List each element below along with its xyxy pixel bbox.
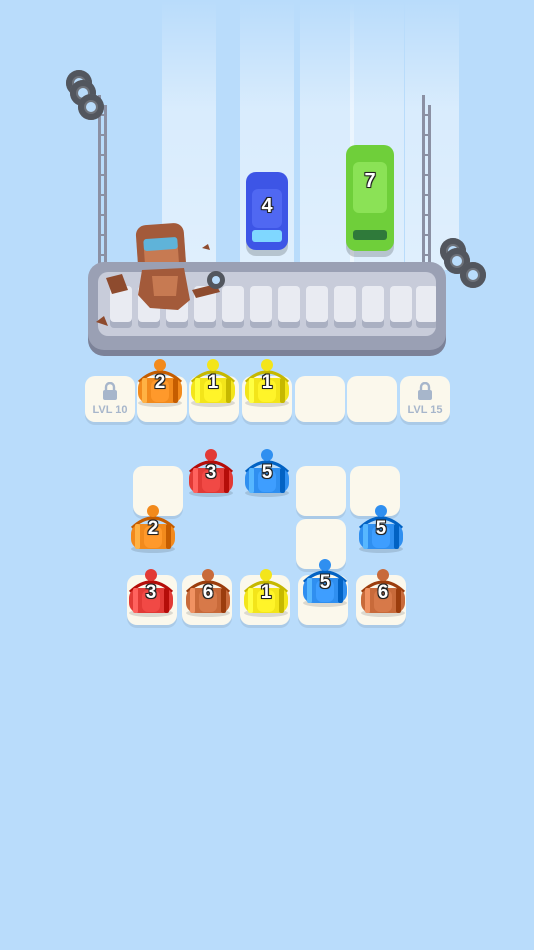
grid-person[interactable]: 1 xyxy=(239,566,293,618)
queue-person[interactable]: 1 xyxy=(186,356,240,408)
grid-person[interactable]: 6 xyxy=(356,566,410,618)
person-number: 2 xyxy=(147,518,159,539)
crusher-tooth xyxy=(278,286,300,322)
queue-slot[interactable] xyxy=(295,376,345,422)
queue-slot[interactable] xyxy=(347,376,397,422)
lock-icon xyxy=(103,382,117,400)
locked-slot-label: LVL 15 xyxy=(407,404,443,416)
locked-slot-label: LVL 10 xyxy=(92,404,128,416)
person-number: 5 xyxy=(261,462,273,483)
grid-person[interactable]: 3 xyxy=(124,566,178,618)
person-number: 5 xyxy=(375,518,387,539)
crusher-tooth xyxy=(362,286,384,322)
queue-person[interactable]: 1 xyxy=(240,356,294,408)
car-green[interactable]: 7 xyxy=(346,145,394,251)
grid-person[interactable]: 5 xyxy=(240,446,294,498)
grid-person[interactable]: 5 xyxy=(354,502,408,554)
person-number: 1 xyxy=(260,582,272,603)
car-windshield xyxy=(251,229,283,243)
crusher-tooth xyxy=(416,286,436,322)
crusher-tooth xyxy=(334,286,356,322)
car-number: 4 xyxy=(261,195,273,218)
person-number: 1 xyxy=(261,372,273,393)
car-windshield xyxy=(352,229,388,241)
locked-slot[interactable]: LVL 10 xyxy=(85,376,135,422)
road-lane xyxy=(405,0,459,270)
person-number: 2 xyxy=(154,372,166,393)
crusher-tooth xyxy=(250,286,272,322)
grid-person[interactable]: 5 xyxy=(298,556,352,608)
person-number: 6 xyxy=(377,582,389,603)
tire-icon xyxy=(460,262,486,288)
locked-slot[interactable]: LVL 15 xyxy=(400,376,450,422)
queue-person[interactable]: 2 xyxy=(133,356,187,408)
person-number: 3 xyxy=(145,582,157,603)
lock-icon xyxy=(418,382,432,400)
grid-person[interactable]: 6 xyxy=(181,566,235,618)
car-blue[interactable]: 4 xyxy=(246,172,288,250)
tire-icon xyxy=(78,94,104,120)
right-rail xyxy=(422,95,431,270)
person-number: 5 xyxy=(319,572,331,593)
grid-person[interactable]: 3 xyxy=(184,446,238,498)
person-number: 6 xyxy=(202,582,214,603)
person-number: 1 xyxy=(207,372,219,393)
car-debris xyxy=(96,244,225,326)
car-number: 7 xyxy=(364,170,376,193)
grid-tile[interactable] xyxy=(296,466,346,516)
crusher-tooth xyxy=(390,286,412,322)
crusher-tooth xyxy=(306,286,328,322)
grid-person[interactable]: 2 xyxy=(126,502,180,554)
person-number: 3 xyxy=(205,462,217,483)
